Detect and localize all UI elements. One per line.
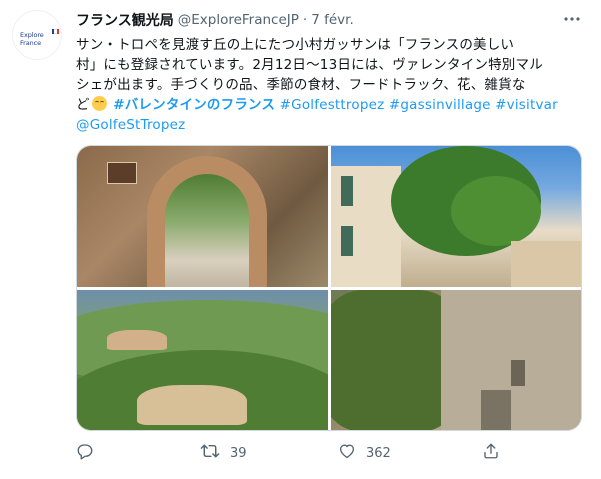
tweet-text-line: 村」にも登録されています。2月12日〜13日には、ヴァレンタイン特別マル — [76, 57, 543, 73]
shutter-shape — [341, 176, 353, 206]
hashtag-link[interactable]: #visitvar — [495, 97, 558, 113]
display-name[interactable]: フランス観光局 — [76, 10, 174, 30]
timestamp[interactable]: 7 févr. — [311, 12, 354, 28]
archway-opening — [165, 174, 249, 287]
like-button[interactable]: 362 — [338, 440, 391, 466]
house-shape — [511, 241, 581, 287]
tweet-header: フランス観光局 @ExploreFranceJP · 7 févr. — [76, 11, 354, 29]
street-sign — [107, 162, 137, 184]
user-handle[interactable]: @ExploreFranceJP — [178, 12, 299, 28]
photo-stone-archway[interactable] — [77, 146, 328, 287]
balcony-shape — [481, 390, 511, 430]
avatar[interactable]: Explore France — [12, 10, 62, 60]
reply-button[interactable] — [76, 440, 104, 466]
retweet-button[interactable]: 39 — [200, 440, 247, 466]
retweet-icon — [200, 442, 220, 464]
photo-village-street[interactable] — [331, 146, 581, 287]
shutter-shape — [341, 226, 353, 256]
retweet-count: 39 — [230, 445, 247, 461]
tweet-text-line: サン・トロペを見渡す丘の上にたつ小村ガッサンは「フランスの美しい — [76, 37, 515, 53]
tweet-text-line: シェが出ます。手づくりの品、季節の食材、フードトラック、花、雑貨な — [76, 77, 526, 93]
reply-icon — [76, 442, 94, 464]
like-count: 362 — [366, 445, 391, 461]
tweet-text-line: @GolfeStTropez — [76, 115, 584, 135]
hashtag-link[interactable]: #バレンタインのフランス — [113, 97, 275, 113]
photo-stone-houses[interactable] — [331, 290, 581, 430]
tweet-text: サン・トロペを見渡す丘の上にたつ小村ガッサンは「フランスの美しい 村」にも登録さ… — [76, 35, 584, 135]
share-button[interactable] — [482, 440, 510, 466]
media-grid — [76, 145, 582, 431]
window-shape — [511, 360, 525, 386]
logo-text: Explore France — [20, 31, 44, 47]
mention-link[interactable]: @GolfeStTropez — [76, 117, 185, 133]
separator: · — [302, 12, 308, 28]
photo-hilltop-village[interactable] — [77, 290, 328, 430]
village-shape — [107, 330, 167, 350]
tree-shape — [451, 176, 541, 246]
heart-icon — [338, 442, 356, 464]
more-options-icon[interactable] — [563, 10, 581, 28]
relieved-face-emoji-icon — [91, 96, 107, 111]
french-flag-icon — [52, 29, 59, 34]
hashtag-link[interactable]: #Golfesttropez — [280, 97, 385, 113]
share-icon — [482, 442, 500, 464]
hashtag-link[interactable]: #gassinvillage — [389, 97, 491, 113]
tweet[interactable]: Explore France フランス観光局 @ExploreFranceJP … — [0, 0, 601, 479]
tweet-text-line: ど #バレンタインのフランス #Golfesttropez #gassinvil… — [76, 96, 558, 113]
action-bar: 39 362 — [76, 440, 506, 466]
village-shape — [137, 385, 247, 425]
